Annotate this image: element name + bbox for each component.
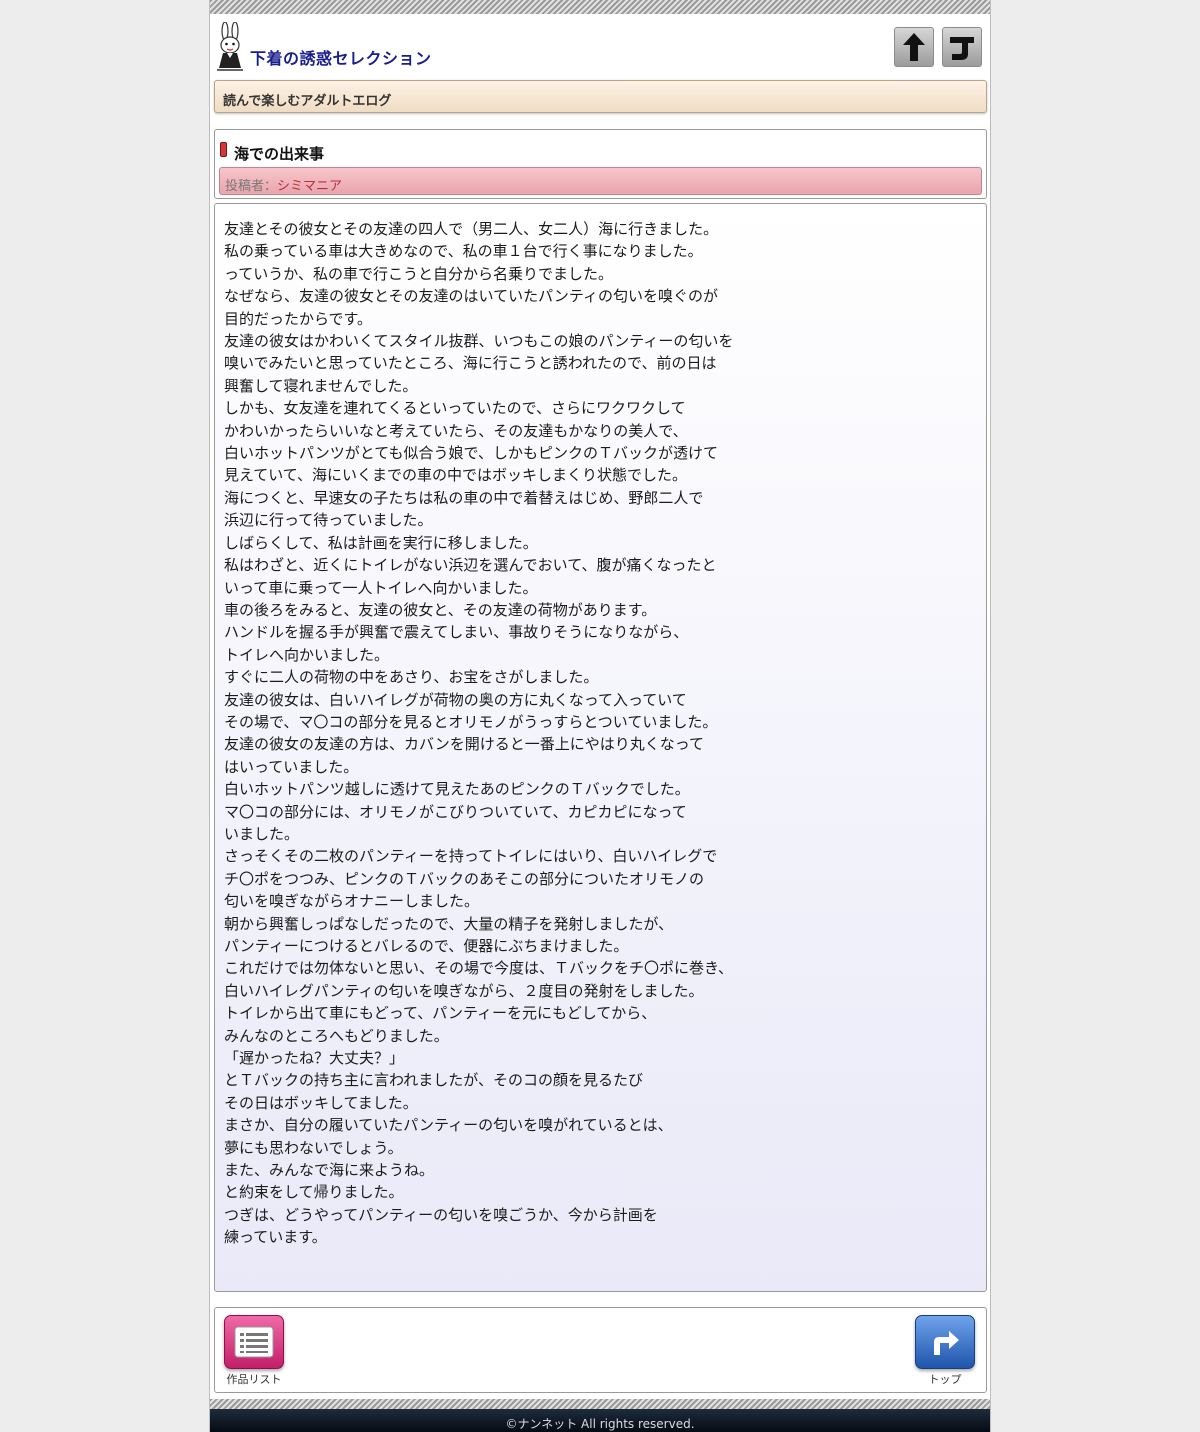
works-list-label: 作品リスト [226, 1373, 282, 1386]
story-line: いって車に乗って一人トイレへ向かいました。 [224, 578, 538, 597]
story-line: 友達の彼女は、白いハイレグが荷物の奥の方に丸くなって入っていて [224, 690, 687, 709]
site-title[interactable]: 下着の誘惑セレクション [250, 45, 432, 69]
story-line: 車の後ろをみると、友達の彼女と、その友達の荷物があります。 [224, 600, 657, 619]
tagline-bar: 読んで楽しむアダルトエログ [214, 80, 987, 113]
story-line: さっそくその二枚のパンティーを持ってトイレにはいり、白いハイレグで [224, 847, 718, 866]
story-line: 興奮して寝れませんでした。 [224, 376, 418, 395]
story-line: チ〇ポをつつみ、ピンクのＴバックのあそこの部分についたオリモノの [224, 869, 705, 888]
story-line: とＴバックの持ち主に言われましたが、そのコの顔を見るたび [224, 1071, 643, 1090]
story-line: 白いホットパンツがとても似合う娘で、しかもピンクのＴバックが透けて [224, 444, 718, 463]
bottom-decorative-stripe [210, 1399, 990, 1409]
story-line: 嗅いでみたいと思っていたところ、海に行こうと誘われたので、前の日は [224, 354, 717, 373]
story-line: っていうか、私の車で行こうと自分から名乗りでました。 [224, 264, 613, 283]
story-line: しばらくして、私は計画を実行に移しました。 [224, 533, 538, 552]
story-line: なぜなら、友達の彼女とその友達のはいていたパンティの匂いを嗅ぐのが [224, 287, 718, 306]
story-line: 夢にも思わないでしょう。 [224, 1138, 403, 1157]
story-line: 練っています。 [224, 1228, 327, 1247]
story-line: 見えていて、海にいくまでの車の中ではボッキしまくり状態でした。 [224, 466, 688, 485]
author-label: 投稿者： [225, 179, 278, 194]
top-decorative-stripe [210, 0, 990, 14]
story-line: また、みんなで海に来ようね。 [224, 1161, 435, 1180]
story-line: 白いハイレグパンティの匂いを嗅ぎながら、２度目の発射をしました。 [224, 981, 704, 1000]
story-line: つぎは、どうやってパンティーの匂いを嗅ごうか、今から計画を [224, 1205, 658, 1224]
page-container: 下着の誘惑セレクション 読んで楽しむアダルトエログ 海での出来事 投稿者：シミマ… [209, 0, 991, 1432]
author-name: シミマニア [277, 179, 343, 194]
works-list-button[interactable]: 作品リスト [222, 1315, 286, 1387]
story-line: 朝から興奮しっぱなしだったので、大量の精子を発射しましたが、 [224, 914, 674, 933]
return-button[interactable] [942, 27, 982, 67]
rabbit-mascot-icon[interactable] [214, 22, 246, 72]
top-page-button[interactable]: トップ [913, 1315, 977, 1387]
story-line: ハンドルを握る手が興奮で震えてしまい、事故りそうになりながら、 [224, 623, 689, 642]
story-line: しかも、女友達を連れてくるといっていたので、さらにワクワクして [224, 399, 686, 418]
post-title: 海での出来事 [234, 145, 325, 163]
story-line: 「遅かったね？大丈夫？」 [224, 1049, 405, 1068]
tagline-text: 読んで楽しむアダルトエログ [223, 94, 392, 109]
story-line: その日はボッキしてました。 [224, 1093, 418, 1112]
story-line: 私はわざと、近くにトイレがない浜辺を選んでおいて、腹が痛くなったと [224, 556, 717, 575]
story-line: パンティーにつけるとバレるので、便器にぶちまけました。 [224, 937, 629, 955]
story-line: 海につくと、早速女の子たちは私の車の中で着替えはじめ、野郎二人で [224, 488, 704, 507]
top-page-label: トップ [928, 1373, 962, 1386]
turn-right-arrow-icon [915, 1315, 975, 1369]
site-header: 下着の誘惑セレクション [210, 14, 990, 76]
footer-nav: 作品リスト トップ [214, 1307, 987, 1393]
story-line: 匂いを嗅ぎながらオナニーしました。 [224, 892, 480, 911]
story-line: 浜辺に行って待っていました。 [224, 511, 433, 530]
story-text: 友達とその彼女とその友達の四人で（男二人、女二人）海に行きました。 私の乗っている… [224, 218, 977, 1249]
story-line: 友達とその彼女とその友達の四人で（男二人、女二人）海に行きました。 [224, 220, 719, 238]
story-line: 友達の彼女はかわいくてスタイル抜群、いつもこの娘のパンティーの匂いを [224, 332, 734, 351]
story-body: 友達とその彼女とその友達の四人で（男二人、女二人）海に行きました。 私の乗っている… [214, 203, 987, 1292]
author-bar: 投稿者：シミマニア [219, 167, 982, 195]
story-line: いました。 [224, 824, 300, 843]
copyright-bar: ©ナンネット All rights reserved. [210, 1409, 990, 1432]
story-line: トイレへ向かいました。 [224, 645, 390, 664]
story-line: はいっていました。 [224, 757, 359, 776]
story-line: かわいかったらいいなと考えていたら、その友達もかなりの美人で、 [224, 421, 688, 440]
story-line: と約束をして帰りました。 [224, 1183, 404, 1202]
story-line: 目的だったからです。 [224, 309, 373, 328]
list-icon [224, 1315, 284, 1369]
scroll-top-button[interactable] [894, 27, 934, 67]
story-line: まさか、自分の履いていたパンティーの匂いを嗅がれているとは、 [224, 1116, 673, 1135]
story-line: 私の乗っている車は大きめなので、私の車１台で行く事になりました。 [224, 242, 703, 261]
story-line: みんなのところへもどりました。 [224, 1026, 449, 1045]
story-line: 白いホットパンツ越しに透けて見えたあのピンクのＴバックでした。 [224, 780, 690, 799]
story-line: 友達の彼女の友達の方は、カバンを開けると一番上にやはり丸くなって [224, 735, 705, 754]
story-line: トイレから出て車にもどって、パンティーを元にもどしてから、 [224, 1004, 657, 1023]
post-title-box: 海での出来事 投稿者：シミマニア [214, 129, 987, 199]
title-marker-icon [220, 142, 227, 157]
copyright-text: ©ナンネット All rights reserved. [505, 1417, 695, 1431]
story-line: その場で、マ〇コの部分を見るとオリモノがうっすらとついていました。 [224, 712, 718, 731]
return-arrow-icon [950, 37, 974, 60]
story-line: すぐに二人の荷物の中をあさり、お宝をさがしました。 [224, 668, 599, 687]
story-line: これだけでは勿体ないと思い、その場で今度は、Ｔバックをチ〇ポに巻き、 [224, 959, 733, 978]
up-arrow-icon [903, 33, 925, 61]
story-line: マ〇コの部分には、オリモノがこびりついていて、カピカピになって [224, 802, 687, 821]
